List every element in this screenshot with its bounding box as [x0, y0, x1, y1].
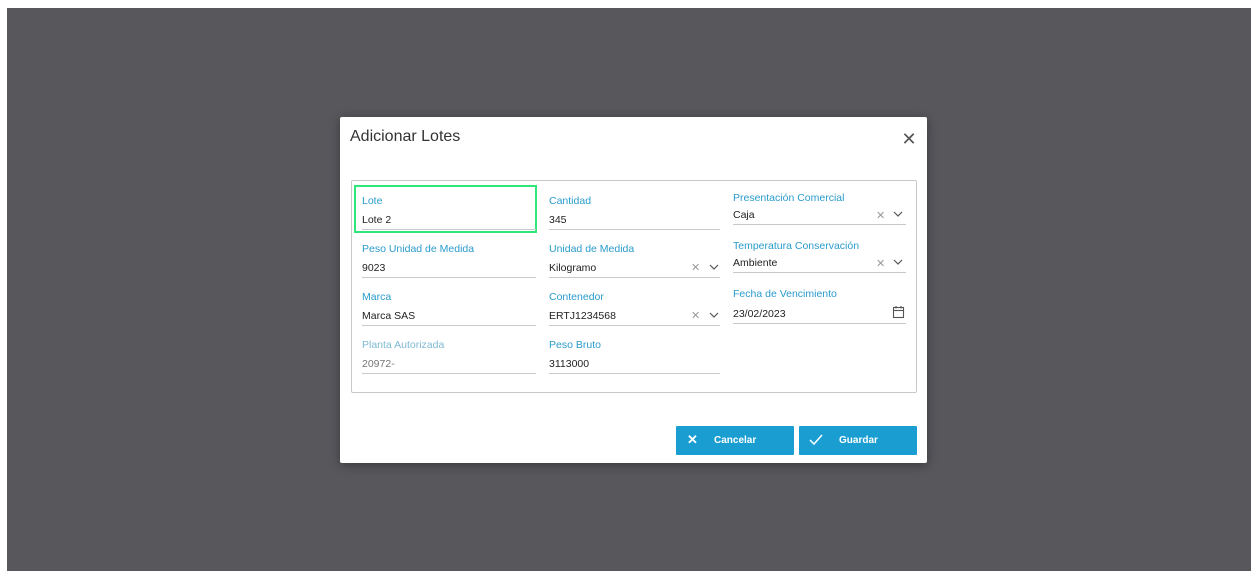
- clear-icon[interactable]: ✕: [691, 261, 700, 275]
- planta-autorizada-label: Planta Autorizada: [362, 339, 445, 351]
- marca-label: Marca: [362, 291, 392, 303]
- lote-label: Lote: [362, 195, 383, 207]
- close-icon: ✕: [687, 432, 698, 447]
- peso-bruto-label: Peso Bruto: [549, 339, 601, 351]
- fecha-vencimiento-input[interactable]: 23/02/2023: [733, 306, 906, 324]
- planta-autorizada-input: 20972-: [362, 356, 536, 374]
- lot-form: Lote Lote 2 Peso Unidad de Medida 9023 M…: [351, 180, 917, 393]
- chevron-down-icon[interactable]: [708, 308, 720, 322]
- peso-bruto-input[interactable]: 3113000: [549, 356, 720, 374]
- fecha-vencimiento-label: Fecha de Vencimiento: [733, 288, 837, 300]
- add-lots-dialog: Adicionar Lotes ✕ Lote Lote 2 Peso Unida…: [340, 117, 927, 463]
- unidad-medida-label: Unidad de Medida: [549, 243, 635, 255]
- contenedor-label: Contenedor: [549, 291, 604, 303]
- calendar-icon[interactable]: [892, 305, 905, 319]
- clear-icon[interactable]: ✕: [876, 257, 885, 271]
- chevron-down-icon[interactable]: [892, 207, 904, 221]
- dialog-title: Adicionar Lotes: [350, 128, 461, 145]
- peso-unidad-label: Peso Unidad de Medida: [362, 243, 475, 255]
- peso-unidad-input[interactable]: 9023: [362, 260, 536, 278]
- chevron-down-icon[interactable]: [708, 260, 720, 274]
- chevron-down-icon[interactable]: [892, 255, 904, 269]
- check-icon: [809, 434, 823, 446]
- temperatura-label: Temperatura Conservación: [733, 240, 860, 252]
- cancel-button[interactable]: ✕ Cancelar: [676, 426, 794, 455]
- clear-icon[interactable]: ✕: [691, 309, 700, 323]
- cancel-label: Cancelar: [714, 435, 757, 446]
- save-button[interactable]: Guardar: [799, 426, 917, 455]
- presentacion-label: Presentación Comercial: [733, 192, 845, 204]
- lote-input[interactable]: Lote 2: [362, 212, 536, 230]
- cantidad-label: Cantidad: [549, 195, 592, 207]
- close-icon[interactable]: ✕: [900, 130, 918, 148]
- cantidad-input[interactable]: 345: [549, 212, 720, 230]
- clear-icon[interactable]: ✕: [876, 209, 885, 223]
- marca-input[interactable]: Marca SAS: [362, 308, 536, 326]
- save-label: Guardar: [839, 435, 878, 446]
